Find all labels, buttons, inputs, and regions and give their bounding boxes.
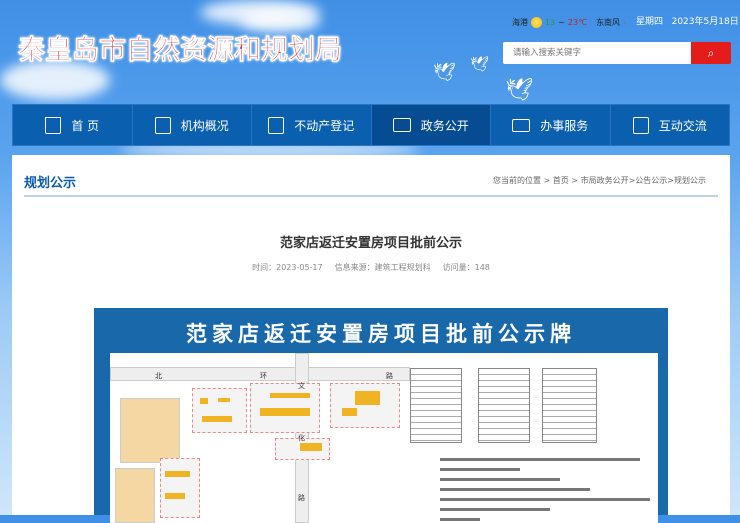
main-nav: 首 页 机构概况 不动产登记 政务公开 办事服务 互动交流 — [12, 104, 730, 146]
building — [270, 393, 310, 398]
document-edit-icon — [268, 116, 285, 134]
notice-text-line — [440, 468, 520, 471]
search-icon: ⌕ — [707, 45, 715, 60]
plot — [192, 388, 247, 433]
nav-real-estate[interactable]: 不动产登记 — [252, 105, 372, 145]
sun-icon — [531, 17, 542, 28]
nav-label: 首 页 — [71, 118, 100, 133]
home-icon — [45, 116, 62, 134]
temp-low: 13 — [545, 18, 556, 27]
road-label: 环 — [260, 372, 267, 380]
date: 2023年5月18日 — [671, 17, 739, 27]
publish-time: 时间：2023-05-17 — [252, 263, 323, 272]
notice-text-line — [440, 488, 590, 491]
building — [200, 398, 208, 404]
article-title: 范家店返迁安置房项目批前公示 — [279, 236, 462, 251]
weather-city: 海港 — [512, 18, 528, 27]
building — [260, 408, 310, 416]
road-label: 文 — [298, 382, 305, 390]
breadcrumb[interactable]: 您当前的位置 > 首页 > 市局政务公开>公告公示>规划公示 — [493, 175, 706, 186]
monitor-icon — [512, 118, 531, 132]
dove-icon: 🕊 — [505, 78, 533, 103]
board-title: 范家店返迁安置房项目批前公示牌 — [186, 322, 576, 346]
dove-icon: 🕊 — [433, 62, 456, 83]
building — [218, 398, 230, 402]
divider — [24, 195, 718, 197]
dove-icon: 🕊 — [470, 55, 490, 73]
site-plan-map: 北 环 路 文 化 路 — [110, 353, 658, 523]
building — [165, 471, 190, 477]
building — [165, 493, 185, 499]
nav-label: 办事服务 — [540, 118, 589, 133]
plot — [160, 458, 200, 518]
content-panel: 规划公示 您当前的位置 > 首页 > 市局政务公开>公告公示>规划公示 范家店返… — [12, 155, 730, 523]
nav-label: 机构概况 — [180, 118, 229, 133]
notice-text-line — [440, 508, 550, 511]
search-button[interactable]: ⌕ — [691, 42, 731, 64]
nav-gov-affairs[interactable]: 政务公开 — [371, 105, 491, 145]
road-label: 北 — [155, 372, 162, 380]
view-count: 访问量：148 — [442, 263, 490, 272]
road-label: 化 — [298, 434, 305, 442]
data-table-graphic — [478, 368, 530, 443]
nav-label: 政务公开 — [420, 118, 469, 133]
data-table-graphic — [410, 368, 462, 443]
info-source: 信息来源：建筑工程规划科 — [334, 263, 431, 272]
nav-label: 不动产登记 — [294, 118, 355, 133]
nav-home[interactable]: 首 页 — [13, 105, 133, 145]
weather-widget: 海港 13 ~23℃ 东南风 › — [512, 17, 626, 28]
notice-text-line — [440, 458, 640, 461]
building — [202, 416, 232, 422]
section-title: 规划公示 — [24, 176, 77, 191]
notice-text-line — [440, 498, 650, 501]
notice-board-image: 范家店返迁安置房项目批前公示牌 北 环 路 文 化 路 — [94, 308, 668, 523]
notice-text-line — [440, 518, 480, 521]
article-meta: 时间：2023-05-17 信息来源：建筑工程规划科 访问量：148 — [12, 262, 730, 273]
newspaper-icon — [392, 118, 411, 132]
temp-sep: ~ — [558, 18, 565, 27]
search-box: ⌕ — [503, 42, 731, 64]
notice-text-line — [440, 478, 560, 481]
building — [355, 391, 380, 405]
data-table-graphic — [542, 368, 597, 443]
org-icon — [154, 116, 171, 134]
search-input[interactable] — [503, 42, 691, 64]
weekday: 星期四 — [636, 17, 664, 27]
nav-interaction[interactable]: 互动交流 — [611, 105, 730, 145]
building — [342, 408, 357, 416]
chat-icon — [632, 116, 649, 134]
plot — [330, 383, 400, 428]
chevron-right-icon[interactable]: › — [623, 18, 626, 27]
temp-high: 23℃ — [567, 18, 588, 27]
weather-wind: 东南风 — [596, 18, 621, 27]
land-parcel — [120, 398, 180, 463]
road-label: 路 — [386, 372, 393, 380]
nav-label: 互动交流 — [658, 118, 707, 133]
building — [300, 443, 322, 451]
nav-org[interactable]: 机构概况 — [133, 105, 252, 145]
road-label: 路 — [298, 494, 305, 502]
site-title: 秦皇岛市自然资源和规划局 — [18, 35, 343, 67]
date-display: 星期四 2023年5月18日 — [636, 14, 739, 27]
nav-services[interactable]: 办事服务 — [491, 105, 611, 145]
